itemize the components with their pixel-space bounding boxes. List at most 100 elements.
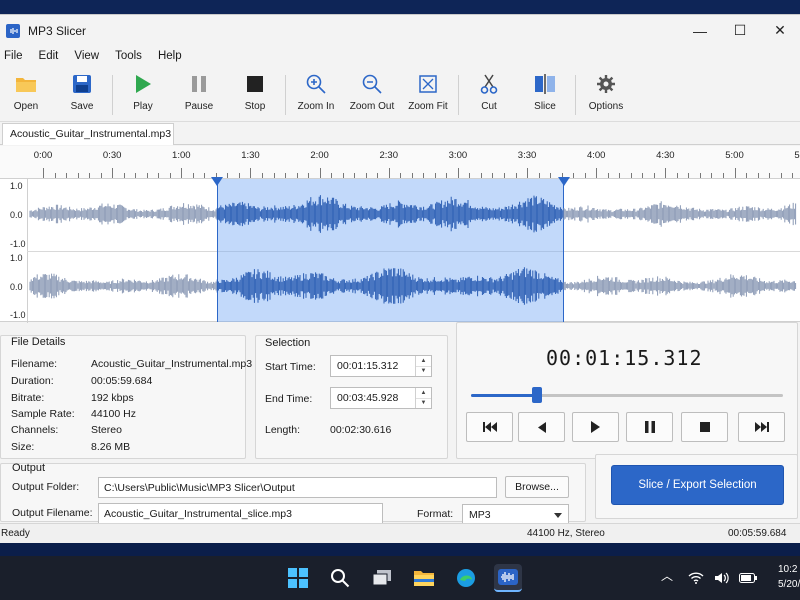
floppy-disk-icon [71,73,93,95]
ruler-time-label: 0:00 [33,150,53,161]
browse-button[interactable]: Browse... [505,476,569,498]
time-ruler[interactable]: 0:00 0:30 1:00 1:30 2:00 2:30 3:00 3:30 4:00 4:30… [0,146,800,178]
volume-icon[interactable] [710,564,734,592]
chevron-up-icon[interactable]: ▲ [416,356,431,367]
amp-label: 0.0 [10,282,23,292]
waveform-channel-selected [216,195,564,233]
menu-edit[interactable]: Edit [39,50,67,62]
app-waveform-icon [6,23,20,38]
search-icon[interactable] [326,564,354,592]
save-label: Save [70,101,94,112]
output-panel: Output Output Folder: C:\Users\Public\Mu… [0,462,586,525]
app-window: MP3 Slicer — ☐ ✕ File Edit View Tools He… [0,14,800,543]
slice-export-button[interactable]: Slice / Export Selection [611,465,784,505]
stop-transport-button[interactable] [681,412,728,442]
status-ready: Ready [1,528,30,539]
sample-rate-label: Sample Rate: [11,408,75,420]
sample-rate-value: 44100 Hz [91,408,136,420]
ruler-tick [112,168,114,178]
step-back-button[interactable] [518,412,565,442]
output-folder-input[interactable]: C:\Users\Public\Music\MP3 Slicer\Output [98,477,497,498]
cut-button[interactable]: Cut [461,73,517,112]
chevron-up-icon[interactable]: ▲ [416,388,431,399]
file-details-title: File Details [11,336,66,348]
zoom-out-button[interactable]: Zoom Out [344,73,400,112]
waveform-view[interactable]: 1.0 0.0 -1.0 1.0 0.0 -1.0 [0,177,800,323]
mp3-slicer-taskbar-icon[interactable] [494,564,522,592]
battery-icon[interactable] [736,564,760,592]
edge-browser-icon[interactable] [452,564,480,592]
selection-end-handle[interactable] [557,177,570,186]
file-explorer-icon[interactable] [410,564,438,592]
slice-label: Slice [534,101,556,112]
open-button[interactable]: Open [0,73,54,112]
ruler-tick [665,168,667,178]
status-bar: Ready 44100 Hz, Stereo 00:05:59.684 [0,523,800,543]
start-time-label: Start Time: [265,361,316,373]
start-time-stepper[interactable]: 00:01:15.312 ▲ ▼ [330,355,432,377]
options-button[interactable]: Options [578,73,634,112]
menu-help[interactable]: Help [158,50,190,62]
seek-progress [471,394,537,397]
zoom-fit-label: Zoom Fit [408,101,448,112]
playback-time-display: 00:01:15.312 [546,346,703,370]
channels-value: Stereo [91,424,122,436]
amp-label: 0.0 [10,210,23,220]
title-bar: MP3 Slicer — ☐ ✕ [0,15,800,46]
minimize-icon: — [693,22,707,39]
close-button[interactable]: ✕ [760,15,800,46]
chevron-down-icon[interactable]: ▼ [416,367,431,377]
document-tabs: Acoustic_Guitar_Instrumental.mp3 [0,123,800,145]
amp-label: 1.0 [10,253,23,263]
ruler-time-label: 2:00 [310,150,329,161]
zoom-in-icon [305,73,327,95]
zoom-fit-icon [417,73,439,95]
ruler-time-label: 5:30 [794,150,800,161]
chevron-up-icon[interactable]: ︿ [661,567,673,584]
minimize-button[interactable]: — [680,15,720,46]
menu-bar: File Edit View Tools Help [0,46,800,66]
pause-icon [188,73,210,95]
maximize-button[interactable]: ☐ [720,15,760,46]
clock-date[interactable]: 5/20/ [778,579,800,590]
tab-audio-file[interactable]: Acoustic_Guitar_Instrumental.mp3 [2,123,174,145]
wifi-icon[interactable] [684,564,708,592]
clock-time[interactable]: 10:2 [778,564,797,575]
zoom-in-button[interactable]: Zoom In [288,73,344,112]
menu-tools[interactable]: Tools [115,50,150,62]
menu-file[interactable]: File [4,50,31,62]
slice-button[interactable]: Slice [517,73,573,112]
skip-to-end-button[interactable] [738,412,785,442]
play-button[interactable]: Play [115,73,171,112]
ruler-time-label: 0:30 [102,150,122,161]
pause-button[interactable]: Pause [171,73,227,112]
zoom-fit-button[interactable]: Zoom Fit [400,73,456,112]
skip-to-start-button[interactable] [466,412,513,442]
task-view-icon[interactable] [368,564,396,592]
channels-label: Channels: [11,424,59,436]
output-filename-input[interactable]: Acoustic_Guitar_Instrumental_slice.mp3 [98,503,383,524]
waveform-plot [29,195,797,305]
play-transport-button[interactable] [572,412,619,442]
playback-panel: 00:01:15.312 [456,322,798,459]
end-time-stepper[interactable]: 00:03:45.928 ▲ ▼ [330,387,432,409]
status-audio-format: 44100 Hz, Stereo [527,528,605,539]
chevron-down-icon[interactable]: ▼ [416,399,431,409]
filename-label: Filename: [11,358,58,370]
bitrate-value: 192 kbps [91,392,134,404]
stop-button[interactable]: Stop [227,73,283,112]
pause-transport-button[interactable] [626,412,673,442]
amp-label: -1.0 [10,239,26,249]
length-label: Length: [265,424,301,436]
seek-slider-thumb[interactable] [531,387,542,403]
ruler-time-label: 2:30 [379,150,399,161]
windows-start-icon[interactable] [284,564,312,592]
format-select[interactable]: MP3 [462,504,569,525]
save-button[interactable]: Save [54,73,110,112]
selection-start-handle[interactable] [210,177,223,186]
ruler-time-label: 3:30 [517,150,537,161]
play-icon [132,73,154,95]
slice-icon [534,73,556,95]
menu-view[interactable]: View [74,50,107,62]
folder-icon [15,73,37,95]
